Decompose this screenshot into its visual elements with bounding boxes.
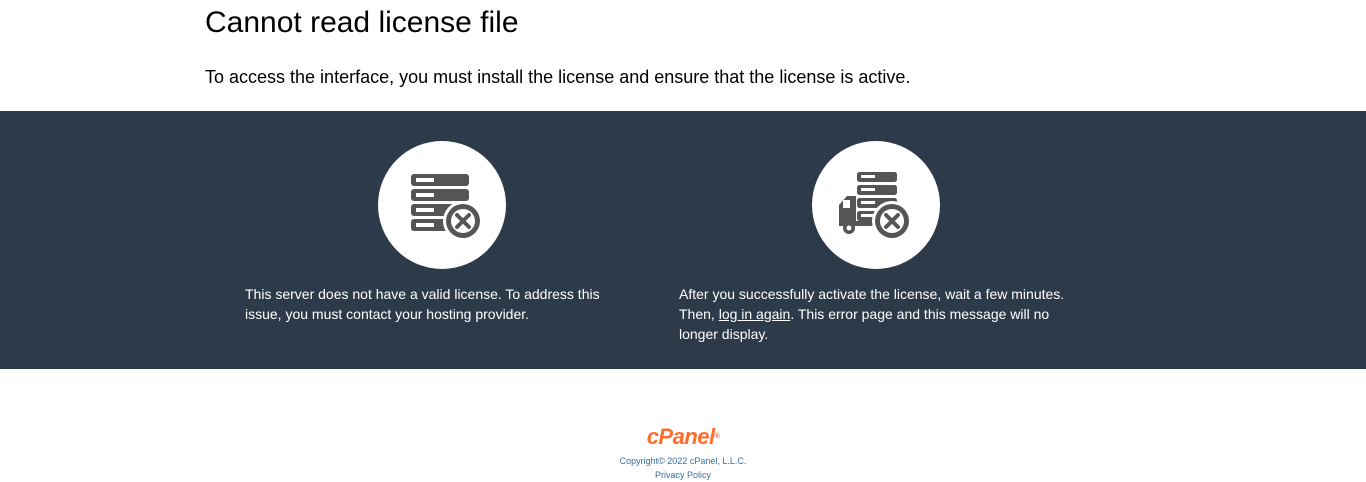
privacy-policy: Privacy Policy bbox=[0, 469, 1366, 481]
footer: cPanel® Copyright© 2022 cPanel, L.L.C. P… bbox=[0, 369, 1366, 482]
header: Cannot read license file To access the i… bbox=[0, 0, 1366, 111]
server-stack-error-icon bbox=[378, 141, 506, 269]
page-subtitle: To access the interface, you must instal… bbox=[205, 67, 911, 87]
privacy-policy-link[interactable]: Privacy Policy bbox=[655, 470, 711, 480]
no-license-message: This server does not have a valid licens… bbox=[245, 286, 600, 322]
after-activation-message: After you successfully activate the lice… bbox=[679, 284, 1074, 344]
info-band: This server does not have a valid licens… bbox=[0, 111, 1366, 369]
server-truck-error-icon bbox=[812, 141, 940, 269]
cpanel-logo-mark: ® bbox=[714, 433, 720, 440]
page-title: Cannot read license file bbox=[205, 6, 519, 39]
cpanel-logo: cPanel® bbox=[0, 424, 1366, 450]
cpanel-logo-text: cPanel bbox=[646, 424, 715, 449]
copyright-text: Copyright© 2022 cPanel, L.L.C. bbox=[619, 456, 747, 466]
log-in-again-link[interactable]: log in again bbox=[719, 306, 791, 322]
